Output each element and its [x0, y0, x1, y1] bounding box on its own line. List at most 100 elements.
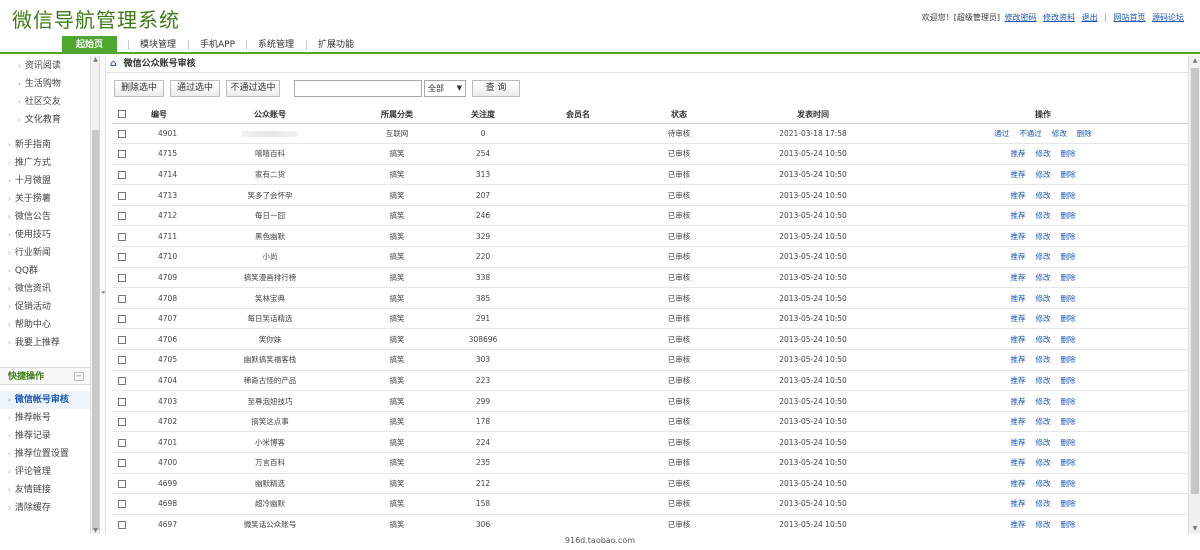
row-action-link[interactable]: 删除: [1061, 397, 1076, 406]
row-checkbox[interactable]: [112, 287, 132, 309]
row-checkbox[interactable]: [112, 431, 132, 453]
column-header-status[interactable]: 状态: [630, 106, 728, 124]
sidebar-item[interactable]: › 推广方式: [0, 154, 90, 172]
scroll-down-icon[interactable]: ▼: [1191, 525, 1199, 533]
row-action-link[interactable]: 删除: [1061, 499, 1076, 508]
scroll-up-icon[interactable]: ▲: [92, 56, 99, 63]
row-action-link[interactable]: 删除: [1077, 129, 1092, 138]
sidebar-scrollbar[interactable]: ▲ ▼: [90, 56, 99, 534]
tab-module-manage[interactable]: 模块管理: [132, 36, 184, 54]
row-action-link[interactable]: 删除: [1061, 314, 1076, 323]
row-action-link[interactable]: 删除: [1061, 438, 1076, 447]
row-checkbox[interactable]: [112, 370, 132, 392]
row-action-link[interactable]: 删除: [1061, 520, 1076, 529]
column-header-time[interactable]: 发表时间: [728, 106, 898, 124]
quick-action-item[interactable]: › 推荐记录: [0, 427, 90, 445]
row-checkbox[interactable]: [112, 123, 132, 145]
collapse-icon[interactable]: −: [74, 372, 84, 381]
tab-system-manage[interactable]: 系统管理: [250, 36, 302, 54]
row-action-link[interactable]: 推荐: [1011, 191, 1026, 200]
sidebar-item[interactable]: › 生活购物: [0, 75, 90, 93]
scroll-up-icon[interactable]: ▲: [1191, 57, 1199, 65]
row-action-link[interactable]: 修改: [1036, 294, 1051, 303]
row-action-link[interactable]: 修改: [1036, 438, 1051, 447]
row-checkbox[interactable]: [112, 473, 132, 495]
quick-action-item[interactable]: › 推荐位置设置: [0, 445, 90, 463]
row-action-link[interactable]: 修改: [1036, 335, 1051, 344]
delete-selected-button[interactable]: 删除选中: [114, 80, 164, 97]
row-action-link[interactable]: 删除: [1061, 479, 1076, 488]
filter-select[interactable]: 全部 ▼: [424, 80, 466, 97]
sidebar-item[interactable]: › 我要上推荐: [0, 334, 90, 352]
row-action-link[interactable]: 推荐: [1011, 232, 1026, 241]
scroll-thumb[interactable]: [1191, 68, 1199, 494]
row-action-link[interactable]: 删除: [1061, 149, 1076, 158]
row-action-link[interactable]: 推荐: [1011, 520, 1026, 529]
row-action-link[interactable]: 推荐: [1011, 417, 1026, 426]
row-action-link[interactable]: 推荐: [1011, 211, 1026, 220]
query-button[interactable]: 查 询: [472, 80, 520, 97]
row-action-link[interactable]: 推荐: [1011, 294, 1026, 303]
row-action-link[interactable]: 推荐: [1011, 273, 1026, 282]
main-scrollbar[interactable]: ▲ ▼: [1188, 56, 1200, 534]
scroll-thumb[interactable]: [92, 130, 99, 530]
row-action-link[interactable]: 修改: [1036, 417, 1051, 426]
row-action-link[interactable]: 修改: [1036, 314, 1051, 323]
sidebar-item[interactable]: › 帮助中心: [0, 316, 90, 334]
column-header-follows[interactable]: 关注度: [440, 106, 526, 124]
row-action-link[interactable]: 修改: [1036, 252, 1051, 261]
row-checkbox[interactable]: [112, 308, 132, 330]
row-checkbox[interactable]: [112, 225, 132, 248]
row-checkbox[interactable]: [112, 246, 132, 268]
change-password-link[interactable]: 修改密码: [1005, 13, 1037, 22]
row-action-link[interactable]: 修改: [1052, 129, 1067, 138]
row-action-link[interactable]: 推荐: [1011, 170, 1026, 179]
tab-extensions[interactable]: 扩展功能: [310, 36, 362, 54]
select-all-checkbox[interactable]: [112, 106, 132, 124]
edit-profile-link[interactable]: 修改资料: [1043, 13, 1075, 22]
row-action-link[interactable]: 推荐: [1011, 479, 1026, 488]
row-action-link[interactable]: 通过: [994, 129, 1009, 138]
sidebar-item[interactable]: › 使用技巧: [0, 226, 90, 244]
row-action-link[interactable]: 删除: [1061, 232, 1076, 241]
row-action-link[interactable]: 修改: [1036, 273, 1051, 282]
row-action-link[interactable]: 修改: [1036, 191, 1051, 200]
row-action-link[interactable]: 修改: [1036, 376, 1051, 385]
row-checkbox[interactable]: [112, 493, 132, 515]
logout-link[interactable]: 退出: [1082, 13, 1098, 22]
row-action-link[interactable]: 推荐: [1011, 376, 1026, 385]
row-action-link[interactable]: 修改: [1036, 520, 1051, 529]
tab-mobile-app[interactable]: 手机APP: [192, 36, 243, 54]
row-action-link[interactable]: 删除: [1061, 211, 1076, 220]
approve-selected-button[interactable]: 通过选中: [170, 80, 220, 97]
column-header-category[interactable]: 所属分类: [354, 106, 440, 124]
quick-action-item[interactable]: › 推荐帐号: [0, 409, 90, 427]
row-action-link[interactable]: 推荐: [1011, 149, 1026, 158]
row-action-link[interactable]: 不通过: [1019, 129, 1042, 138]
row-action-link[interactable]: 推荐: [1011, 252, 1026, 261]
row-action-link[interactable]: 修改: [1036, 149, 1051, 158]
sidebar-item[interactable]: › 微信资讯: [0, 280, 90, 298]
row-action-link[interactable]: 修改: [1036, 170, 1051, 179]
row-checkbox[interactable]: [112, 267, 132, 289]
row-checkbox[interactable]: [112, 411, 132, 433]
row-action-link[interactable]: 删除: [1061, 252, 1076, 261]
row-action-link[interactable]: 删除: [1061, 191, 1076, 200]
row-action-link[interactable]: 删除: [1061, 335, 1076, 344]
row-action-link[interactable]: 推荐: [1011, 397, 1026, 406]
reject-selected-button[interactable]: 不通过选中: [226, 80, 280, 97]
column-header-account[interactable]: 公众账号: [186, 106, 354, 124]
column-header-id[interactable]: 编号: [132, 106, 186, 124]
quick-action-item[interactable]: › 评论管理: [0, 463, 90, 481]
row-checkbox[interactable]: [112, 205, 132, 227]
column-header-member[interactable]: 会员名: [526, 106, 630, 124]
row-action-link[interactable]: 删除: [1061, 376, 1076, 385]
sidebar-item[interactable]: › 新手指南: [0, 136, 90, 154]
row-checkbox[interactable]: [112, 349, 132, 371]
tab-start[interactable]: 起始页: [62, 36, 118, 54]
sidebar-item[interactable]: › 促销活动: [0, 298, 90, 316]
quick-action-item[interactable]: › 微信帐号审核: [0, 391, 90, 409]
row-action-link[interactable]: 修改: [1036, 355, 1051, 364]
row-checkbox[interactable]: [112, 514, 132, 534]
scroll-down-icon[interactable]: ▼: [92, 527, 99, 534]
